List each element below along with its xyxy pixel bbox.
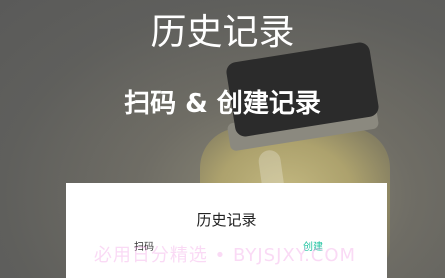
hero-title: 历史记录 [150,12,295,53]
panel-title: 历史记录 [196,211,257,229]
watermark: 必用日分精选 • BYJSJXY.COM [93,245,357,266]
hero-subtitle: 扫码 & 创建记录 [124,89,321,119]
